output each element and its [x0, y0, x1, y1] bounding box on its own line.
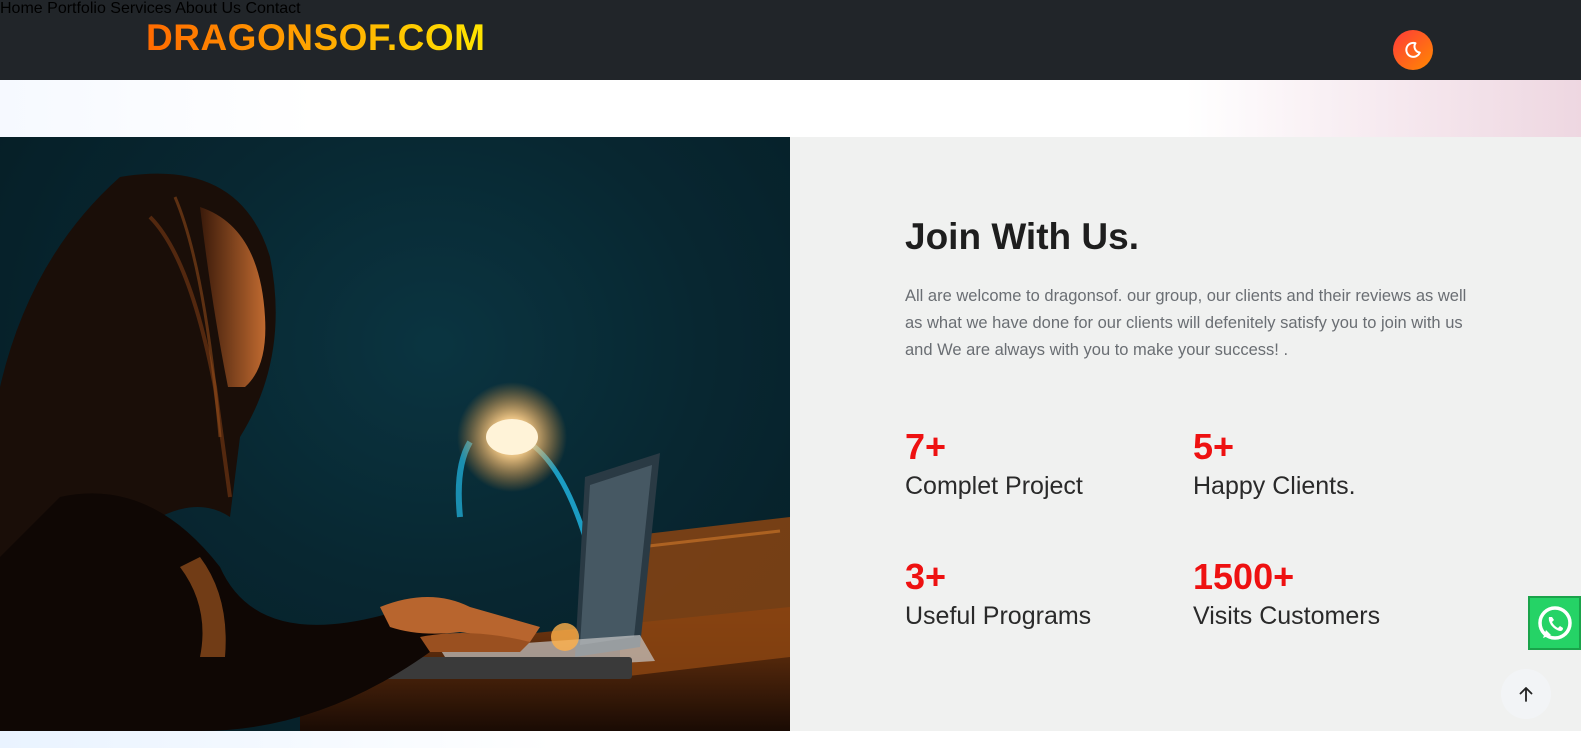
nav-link-home[interactable]: Home [0, 0, 43, 17]
stat-label: Useful Programs [905, 602, 1092, 630]
woman-at-laptop-photo [0, 137, 790, 731]
stat-value: 5+ [1193, 426, 1235, 467]
stat-label: Visits Customers [1193, 602, 1381, 630]
decorative-gradient-strip [0, 80, 1581, 137]
navbar: DRAGONSOF.COM Home Portfolio Services Ab… [0, 0, 1581, 80]
join-content: Join With Us. All are welcome to dragons… [905, 137, 1505, 731]
stat-visits-customers: 1500+ Visits Customers [1193, 557, 1473, 632]
stat-label: Complet Project [905, 472, 1083, 500]
stat-useful-programs: 3+ Useful Programs [905, 557, 1185, 632]
stat-complete-projects: 7+ Complet Project [905, 427, 1185, 502]
theme-toggle-button[interactable] [1393, 30, 1433, 70]
stat-value: 1500+ [1193, 556, 1295, 597]
decorative-bottom-strip [0, 731, 1581, 748]
brand-logo[interactable]: DRAGONSOF.COM [146, 14, 486, 62]
whatsapp-button[interactable] [1528, 596, 1581, 650]
stat-happy-clients: 5+ Happy Clients. [1193, 427, 1473, 502]
section-title: Join With Us. [905, 216, 1139, 257]
stat-label: Happy Clients. [1193, 472, 1356, 500]
whatsapp-icon [1538, 606, 1572, 640]
arrow-up-icon [1519, 687, 1533, 702]
stat-value: 3+ [905, 556, 947, 597]
back-to-top-button[interactable] [1501, 669, 1551, 719]
moon-icon [1405, 41, 1421, 58]
nav-link-portfolio[interactable]: Portfolio [47, 0, 106, 17]
stat-value: 7+ [905, 426, 947, 467]
join-section: Join With Us. All are welcome to dragons… [0, 137, 1581, 731]
section-description: All are welcome to dragonsof. our group,… [905, 287, 1467, 359]
